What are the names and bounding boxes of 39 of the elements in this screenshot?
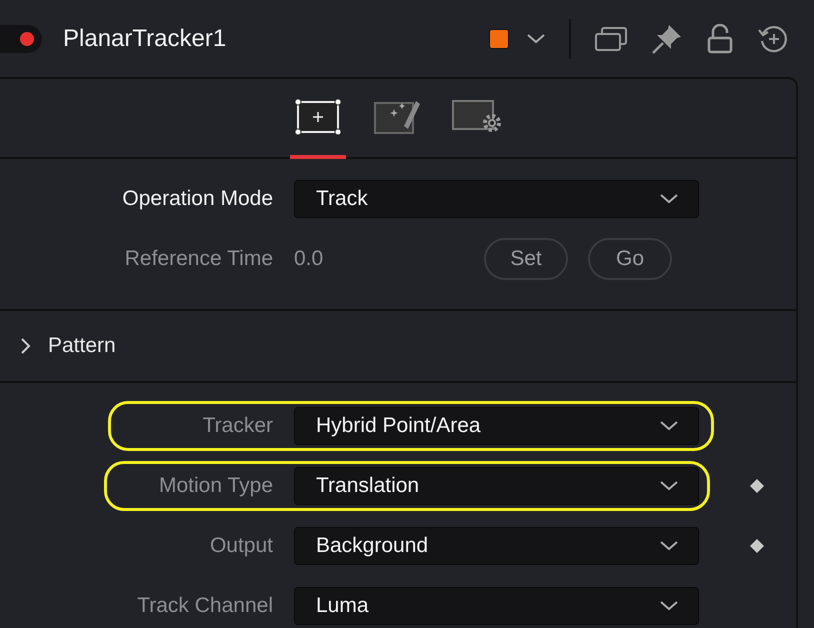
- dropdown-value: Hybrid Point/Area: [316, 414, 481, 438]
- field-label: Motion Type: [158, 474, 273, 498]
- field-label: Operation Mode: [121, 187, 273, 211]
- paint-brush-icon: [374, 99, 422, 135]
- field-label: Track Channel: [136, 594, 273, 618]
- section-header[interactable]: Pattern: [0, 309, 796, 383]
- windows-icon[interactable]: [595, 26, 627, 50]
- reset-icon[interactable]: [758, 24, 788, 54]
- dropdown[interactable]: Luma: [294, 587, 699, 625]
- dropdown-value: Track: [316, 187, 368, 211]
- chevron-down-icon: [660, 601, 678, 611]
- section-title: Pattern: [48, 334, 116, 358]
- dropdown[interactable]: Background: [294, 527, 699, 565]
- dropdown-value: Luma: [316, 594, 369, 618]
- node-title: PlanarTracker1: [63, 24, 228, 52]
- node-toggle[interactable]: [0, 24, 42, 52]
- field-label: Tracker: [202, 414, 273, 438]
- tracker-box-icon: [295, 99, 341, 135]
- dropdown[interactable]: Track: [294, 180, 699, 218]
- chevron-down-icon: [660, 421, 678, 431]
- keyframe-diamond-icon[interactable]: [749, 478, 765, 494]
- chevron-down-icon: [660, 481, 678, 491]
- field-label: Reference Time: [124, 247, 273, 271]
- unlocked-lock-icon[interactable]: [707, 24, 733, 54]
- dropdown-value: Translation: [316, 474, 420, 498]
- keyframe-diamond-icon[interactable]: [749, 538, 765, 554]
- time-value: 0.0: [294, 247, 324, 271]
- pill-button[interactable]: Set: [484, 238, 568, 280]
- dropdown[interactable]: Hybrid Point/Area: [294, 407, 699, 445]
- pin-icon[interactable]: [652, 24, 682, 54]
- screen-gear-icon: [452, 99, 504, 135]
- chevron-down-icon: [660, 194, 678, 204]
- pill-button[interactable]: Go: [588, 238, 672, 280]
- chevron-down-icon[interactable]: [527, 34, 545, 44]
- chevron-down-icon: [660, 541, 678, 551]
- dropdown[interactable]: Translation: [294, 467, 699, 505]
- field-label: Output: [208, 534, 273, 558]
- color-swatch[interactable]: [489, 28, 509, 48]
- dropdown-value: Background: [316, 534, 428, 558]
